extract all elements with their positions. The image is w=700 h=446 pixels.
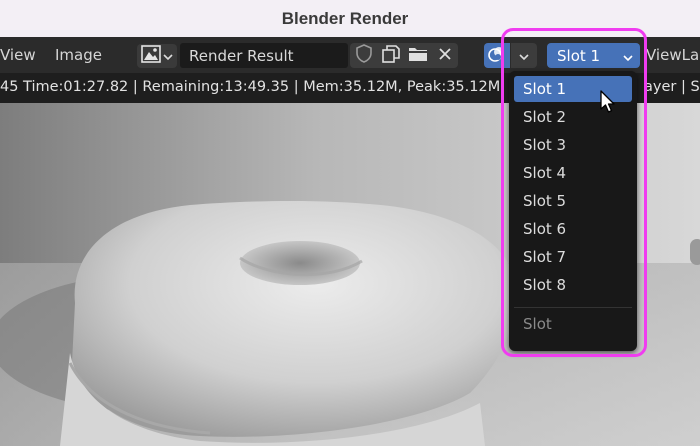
sidebar-toggle-tab[interactable] [690,239,700,265]
menu-item-slot-5[interactable]: Slot 5 [514,188,632,214]
menu-item-slot-8[interactable]: Slot 8 [514,272,632,298]
viewlayer-selector[interactable]: ViewLa [646,37,699,73]
render-stats-text: 45 Time:01:27.82 | Remaining:13:49.35 | … [0,79,501,95]
image-type-selector[interactable] [137,44,177,68]
render-slot-menu: Slot 1 Slot 2 Slot 3 Slot 4 Slot 5 Slot … [509,71,637,351]
menu-item-slot-3[interactable]: Slot 3 [514,132,632,158]
menu-item-slot-6[interactable]: Slot 6 [514,216,632,242]
close-icon [438,47,452,65]
window-title: Blender Render [281,8,409,28]
mouse-pointer-icon [600,90,616,118]
duplicate-button[interactable] [377,43,404,68]
unlink-button[interactable] [431,43,458,68]
menu-view[interactable]: View [0,37,36,73]
image-datablock-buttons [350,43,458,68]
image-editor-header: View Image Render Result Slot 1 ViewLa [0,37,700,73]
image-icon [141,45,161,67]
display-channels-dropdown[interactable] [511,43,537,68]
menu-item-slot-7[interactable]: Slot 7 [514,244,632,270]
menu-item-slot-4[interactable]: Slot 4 [514,160,632,186]
window-title-bar: Blender Render [0,0,700,37]
fake-user-button[interactable] [350,43,377,68]
menu-separator [514,307,632,308]
shield-icon [355,44,373,67]
display-channels-button[interactable] [484,43,510,68]
menu-image[interactable]: Image [55,37,102,73]
chevron-down-icon [163,47,173,65]
render-slot-value: Slot 1 [557,46,601,65]
duplicate-icon [381,44,401,68]
image-name-field[interactable]: Render Result [180,43,348,68]
render-slot-selector[interactable]: Slot 1 [547,43,640,68]
color-channels-icon [487,44,507,68]
chevron-down-icon [623,48,633,66]
open-image-button[interactable] [404,43,431,68]
folder-icon [408,45,428,66]
menu-footer-label: Slot [523,315,552,333]
chevron-down-icon [519,47,529,65]
render-stats-text-right: ayer | Sa [644,79,700,95]
